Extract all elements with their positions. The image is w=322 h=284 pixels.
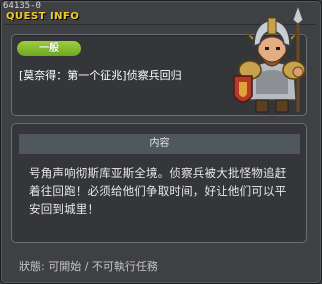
quest-title: [莫奈得：第一个征兆]侦察兵回归 <box>19 69 182 82</box>
content-body: 号角声响彻斯库亚斯全境。侦察兵被大批怪物追赶着往回跑！必须给他们争取时间，好让他… <box>29 166 287 216</box>
window-title: QUEST INFO <box>6 11 80 22</box>
quest-category-badge: 一般 <box>17 41 81 56</box>
content-header: 内容 <box>19 134 300 154</box>
quest-status: 狀態: 可開始 / 不可執行任務 <box>19 260 158 273</box>
quest-id: 64135-0 <box>3 1 41 11</box>
npc-portrait-icon <box>228 4 320 116</box>
